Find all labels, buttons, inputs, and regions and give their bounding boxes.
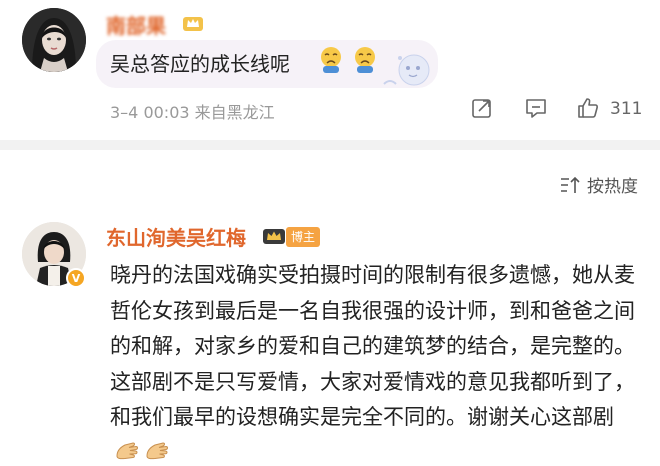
avatar[interactable] <box>22 8 86 72</box>
comment-text: 吴总答应的成长线呢 <box>110 52 290 76</box>
section-divider <box>0 140 660 150</box>
member-crown-icon <box>183 17 203 31</box>
sort-toggle[interactable]: 按热度 <box>559 172 638 197</box>
top-comment: 南部果 吴总答应的成长线呢 3–4 00:03 来自黑龙江 311 <box>0 0 660 140</box>
sad-emoji-icon <box>321 47 341 73</box>
sort-label: 按热度 <box>587 177 638 197</box>
reply-text: 晓丹的法国戏确实受拍摄时间的限制有很多遗憾，她从麦哲伦女孩到最后是一名自我很强的… <box>110 258 640 466</box>
username[interactable]: 南部果 <box>106 10 166 39</box>
member-crown-icon <box>263 229 285 244</box>
v-badge-icon: V <box>66 268 86 288</box>
reply-text-main: 晓丹的法国戏确实受拍摄时间的限制有很多遗憾，她从麦哲伦女孩到最后是一名自我很强的… <box>110 263 635 429</box>
sad-emoji-icon <box>355 47 375 73</box>
avatar-image <box>22 8 86 72</box>
like-count: 311 <box>610 99 643 119</box>
blogger-badge: 博主 <box>286 227 321 247</box>
username[interactable]: 东山洵美吴红梅 <box>106 222 246 251</box>
bubble-decoration-icon <box>383 54 430 86</box>
like-icon[interactable] <box>576 96 600 120</box>
sort-icon <box>561 176 580 193</box>
share-icon[interactable] <box>470 96 494 120</box>
clap-hands-icon <box>116 441 138 459</box>
comment-icon[interactable] <box>524 96 548 120</box>
comment-meta: 3–4 00:03 来自黑龙江 <box>110 103 275 122</box>
clap-hands-icon <box>146 441 168 459</box>
